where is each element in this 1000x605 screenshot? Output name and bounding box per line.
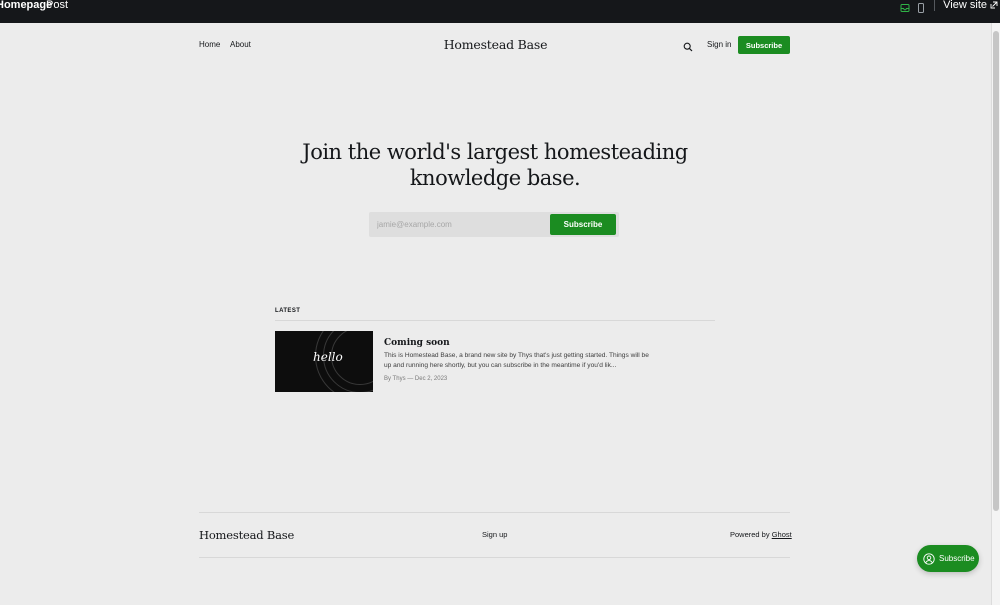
user-circle-icon (923, 552, 935, 565)
post-meta: By Thys — Dec 2, 2023 (384, 376, 448, 382)
footer-signup-link[interactable]: Sign up (482, 530, 507, 539)
tab-post[interactable]: Post (46, 0, 68, 11)
post-title[interactable]: Coming soon (384, 338, 450, 348)
view-site-label: View site (943, 0, 987, 11)
admin-bar-actions: View site (900, 0, 1000, 13)
divider (199, 557, 790, 558)
portal-label: Subscribe (939, 554, 975, 563)
email-input[interactable] (377, 212, 547, 237)
subscribe-button[interactable]: Subscribe (738, 36, 790, 54)
site-preview: Home About Homestead Base Sign in Subscr… (0, 23, 991, 605)
ghost-link[interactable]: Ghost (772, 530, 792, 539)
latest-heading: LATEST (275, 308, 301, 314)
inbox-icon[interactable] (900, 0, 910, 12)
footer-site-title[interactable]: Homestead Base (199, 528, 294, 542)
powered-by-label: Powered by (730, 530, 770, 539)
hero-title: Join the world's largest homesteading kn… (302, 140, 688, 190)
tab-homepage[interactable]: Homepage (0, 0, 52, 11)
thumbnail-text: hello (313, 350, 343, 364)
divider (275, 320, 715, 321)
admin-bar: Homepage Post View site (0, 0, 1000, 23)
signup-form: Subscribe (369, 212, 619, 237)
site-title[interactable]: Homestead Base (0, 37, 991, 52)
external-link-icon (990, 1, 998, 9)
search-icon[interactable] (683, 39, 693, 52)
view-site-link[interactable]: View site (943, 0, 1000, 11)
divider (934, 0, 936, 11)
powered-by: Powered by Ghost (730, 530, 792, 539)
mobile-icon[interactable] (916, 0, 926, 13)
scrollbar-thumb[interactable] (993, 31, 999, 511)
signin-link[interactable]: Sign in (707, 40, 731, 49)
scrollbar[interactable] (991, 23, 1000, 605)
portal-subscribe-button[interactable]: Subscribe (917, 545, 979, 572)
divider (199, 512, 790, 513)
hero-subscribe-button[interactable]: Subscribe (550, 214, 616, 235)
post-excerpt: This is Homestead Base, a brand new site… (384, 352, 649, 369)
post-thumbnail[interactable]: hello (275, 331, 373, 392)
